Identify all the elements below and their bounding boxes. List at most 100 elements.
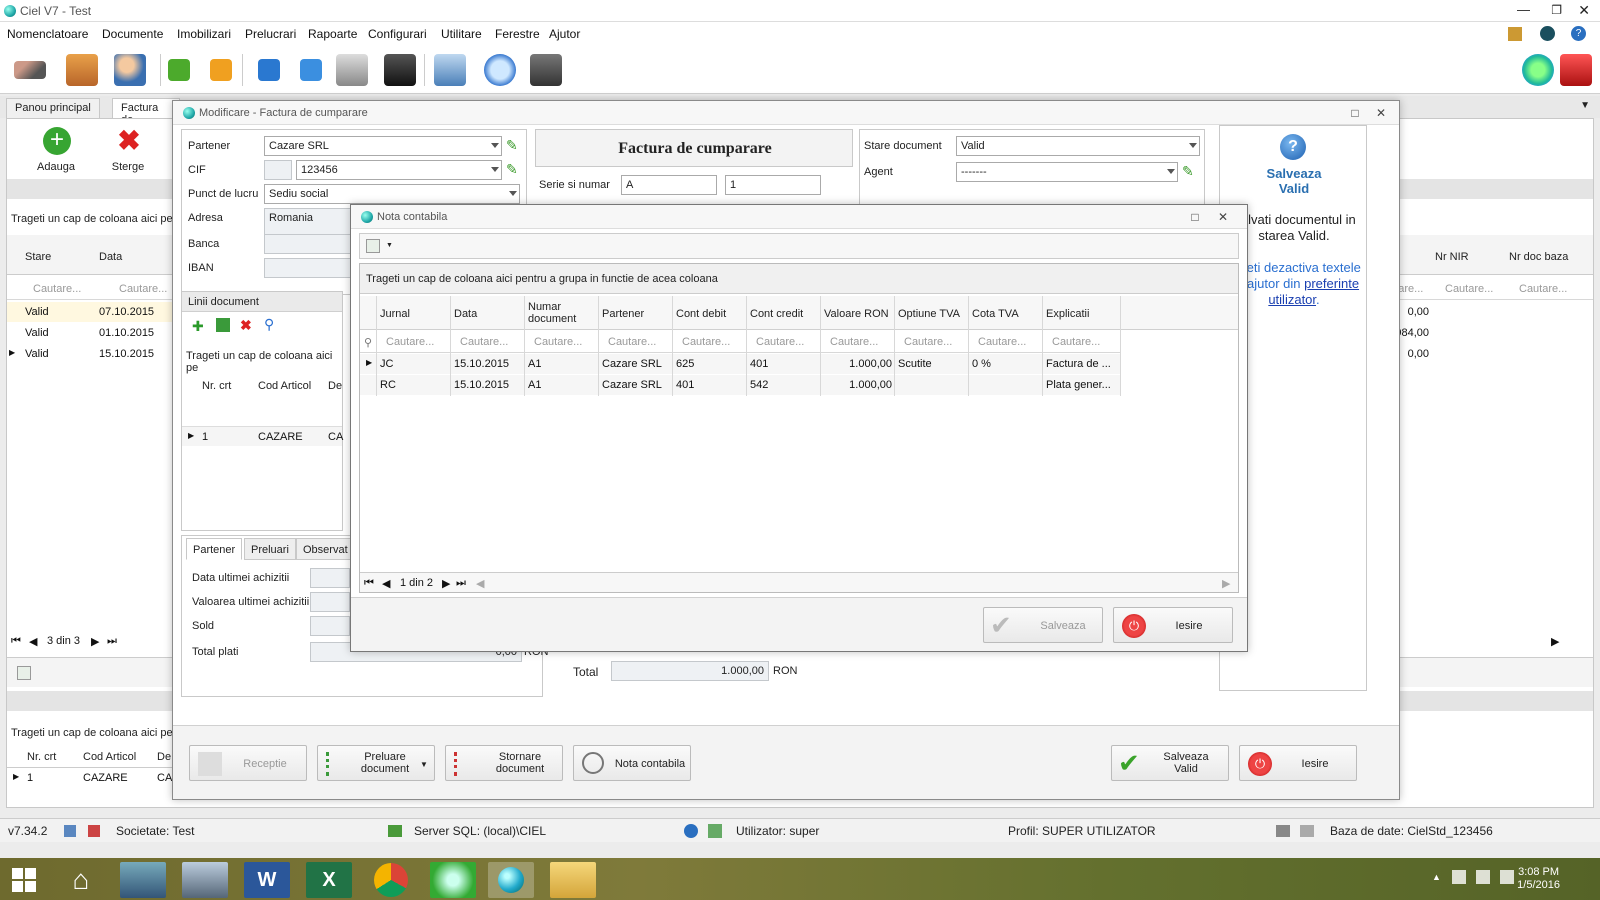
edit-partner-pencil-icon[interactable]: ✎ bbox=[506, 137, 524, 155]
numar-field[interactable]: 1 bbox=[725, 175, 821, 195]
delete-button[interactable]: ✖ Sterge bbox=[101, 127, 155, 175]
nota-contabila-button[interactable]: Nota contabila bbox=[573, 745, 691, 781]
table-row[interactable]: ▶ JC 15.10.2015 A1 Cazare SRL 625 401 1.… bbox=[360, 354, 1120, 374]
add-multiple-icon[interactable] bbox=[216, 318, 230, 332]
control-panel-icon[interactable] bbox=[120, 862, 166, 898]
word-icon[interactable]: W bbox=[244, 862, 290, 898]
menu-rapoarte[interactable]: Rapoarte bbox=[308, 27, 357, 41]
close-icon[interactable]: ✕ bbox=[1578, 2, 1590, 19]
column-cont-debit[interactable]: Cont debit bbox=[676, 308, 726, 320]
serie-field[interactable]: A bbox=[621, 175, 717, 195]
tools-icon[interactable] bbox=[1508, 27, 1522, 41]
wallet-icon[interactable] bbox=[384, 54, 416, 86]
column-den[interactable]: De bbox=[328, 380, 342, 392]
exit-app-icon[interactable] bbox=[1560, 54, 1592, 86]
tab-observatii[interactable]: Observat bbox=[296, 538, 355, 560]
next-page-icon[interactable]: ▶ bbox=[442, 577, 450, 590]
column-data[interactable]: Data bbox=[454, 308, 477, 320]
total-field[interactable]: 1.000,00 bbox=[611, 661, 769, 681]
column-explicatii[interactable]: Explicatii bbox=[1046, 308, 1089, 320]
prev-page-icon[interactable]: ◀ bbox=[382, 577, 390, 590]
calculator-icon[interactable] bbox=[530, 54, 562, 86]
filter-cota-tva[interactable]: Cautare... bbox=[978, 336, 1026, 348]
menu-ajutor[interactable]: Ajutor bbox=[549, 27, 580, 41]
restore-icon[interactable]: ❐ bbox=[1551, 3, 1562, 17]
filter-valoare-ron[interactable]: Cautare... bbox=[830, 336, 878, 348]
valoarea-ultimei-achizitii-field[interactable] bbox=[310, 592, 350, 612]
maximize-icon[interactable]: □ bbox=[1187, 209, 1203, 225]
sync-icon[interactable] bbox=[300, 59, 322, 81]
menu-utilitare[interactable]: Utilitare bbox=[441, 27, 482, 41]
printer-icon[interactable] bbox=[434, 54, 466, 86]
scroll-right-icon[interactable]: ▶ bbox=[1222, 577, 1230, 590]
tab-preluari[interactable]: Preluari bbox=[244, 538, 296, 560]
ciel-taskbar-icon[interactable] bbox=[488, 862, 534, 898]
delete-line-icon[interactable]: ✖ bbox=[240, 317, 252, 334]
tray-flag-icon[interactable] bbox=[1452, 870, 1466, 884]
edit-agent-pencil-icon[interactable]: ✎ bbox=[1182, 163, 1200, 181]
filter-data[interactable]: Cautare... bbox=[460, 336, 508, 348]
iesire-button[interactable]: ⏻ Iesire bbox=[1239, 745, 1357, 781]
home-icon[interactable]: ⌂ bbox=[58, 862, 104, 898]
stornare-document-button[interactable]: Stornare document bbox=[445, 745, 563, 781]
documents-box-icon[interactable] bbox=[66, 54, 98, 86]
layout-icon[interactable] bbox=[366, 239, 380, 253]
filter-partener[interactable]: Cautare... bbox=[608, 336, 656, 348]
search-zoom-icon[interactable] bbox=[484, 54, 516, 86]
partner-select[interactable]: Cazare SRL bbox=[264, 136, 502, 156]
close-icon[interactable]: ✕ bbox=[1215, 209, 1231, 225]
column-numar-document[interactable]: Numar document bbox=[528, 301, 588, 325]
filter-optiune-tva[interactable]: Cautare... bbox=[904, 336, 952, 348]
filter-explicatii[interactable]: Cautare... bbox=[1052, 336, 1100, 348]
column-partener[interactable]: Partener bbox=[602, 308, 644, 320]
tray-volume-icon[interactable] bbox=[1500, 870, 1514, 884]
agent-select[interactable]: ------- bbox=[956, 162, 1178, 182]
column-stare[interactable]: Stare bbox=[25, 251, 51, 263]
column-nr-nir[interactable]: Nr NIR bbox=[1435, 251, 1469, 263]
minimize-icon[interactable]: — bbox=[1517, 2, 1530, 17]
computer-icon[interactable] bbox=[182, 862, 228, 898]
last-page-icon[interactable]: ⏭ bbox=[456, 577, 466, 590]
last-page-icon[interactable]: ⏭ bbox=[107, 635, 117, 648]
table-row[interactable]: ▶ 1 CAZARE CA bbox=[7, 767, 173, 787]
excel-icon[interactable]: X bbox=[306, 862, 352, 898]
column-jurnal[interactable]: Jurnal bbox=[380, 308, 410, 320]
column-nr-doc-baza[interactable]: Nr doc baza bbox=[1509, 251, 1568, 263]
tray-network-icon[interactable] bbox=[1476, 870, 1490, 884]
cash-register-icon[interactable] bbox=[336, 54, 368, 86]
punct-de-lucru-select[interactable]: Sediu social bbox=[264, 184, 520, 204]
tray-up-icon[interactable]: ▲ bbox=[1432, 872, 1441, 882]
menu-prelucrari[interactable]: Prelucrari bbox=[245, 27, 296, 41]
maximize-icon[interactable]: □ bbox=[1347, 105, 1363, 121]
menu-documente[interactable]: Documente bbox=[102, 27, 163, 41]
table-row[interactable]: RC 15.10.2015 A1 Cazare SRL 401 542 1.00… bbox=[360, 375, 1120, 395]
receptie-button[interactable]: Receptie bbox=[189, 745, 307, 781]
tab-panou-principal[interactable]: Panou principal bbox=[6, 98, 100, 118]
close-icon[interactable]: ✕ bbox=[1373, 105, 1389, 121]
windows-start-icon[interactable] bbox=[12, 868, 36, 892]
column-den[interactable]: De bbox=[157, 751, 171, 763]
nota-save-button[interactable]: ✔ Salveaza bbox=[983, 607, 1103, 643]
tab-facturi[interactable]: Factura de bbox=[112, 98, 180, 118]
table-row[interactable]: Valid 07.10.2015 bbox=[7, 302, 173, 322]
column-data[interactable]: Data bbox=[99, 251, 122, 263]
add-button[interactable]: + Adauga bbox=[29, 127, 83, 175]
layout-icon[interactable] bbox=[17, 666, 31, 680]
first-page-icon[interactable]: ⏮ bbox=[11, 635, 21, 648]
column-nr-crt[interactable]: Nr. crt bbox=[202, 380, 231, 392]
stare-document-select[interactable]: Valid bbox=[956, 136, 1200, 156]
cif-prefix-field[interactable] bbox=[264, 160, 292, 180]
cloud-app-icon[interactable] bbox=[430, 862, 476, 898]
search-icon[interactable]: ⚲ bbox=[264, 316, 274, 333]
column-optiune-tva[interactable]: Optiune TVA bbox=[898, 308, 960, 320]
menu-configurari[interactable]: Configurari bbox=[368, 27, 427, 41]
preluare-document-button[interactable]: Preluare document ▼ bbox=[317, 745, 435, 781]
table-row[interactable]: ▶ Valid 15.10.2015 bbox=[7, 344, 173, 364]
column-cont-credit[interactable]: Cont credit bbox=[750, 308, 803, 320]
column-cod-articol[interactable]: Cod Articol bbox=[83, 751, 136, 763]
add-line-icon[interactable]: ✚ bbox=[192, 318, 204, 335]
chrome-icon[interactable] bbox=[374, 863, 408, 897]
export-icon[interactable] bbox=[258, 59, 280, 81]
filter-jurnal[interactable]: Cautare... bbox=[386, 336, 434, 348]
next-page-icon[interactable]: ▶ bbox=[91, 635, 99, 648]
